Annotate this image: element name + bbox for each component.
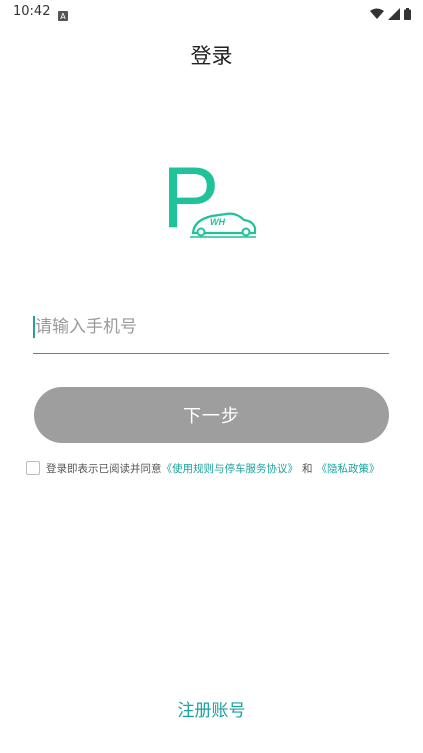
phone-input[interactable] <box>33 309 391 345</box>
terms-link[interactable]: 《使用规则与停车服务协议》 <box>162 461 299 476</box>
status-bar: 10:42 A <box>0 0 423 24</box>
status-icons <box>370 5 411 24</box>
agreement-checkbox[interactable] <box>26 461 40 475</box>
signal-icon <box>388 5 400 24</box>
notification-a-icon: A <box>58 6 68 21</box>
agreement-prefix: 登录即表示已阅读并同意 <box>46 462 162 475</box>
gesture-nav-bar[interactable] <box>0 744 423 753</box>
wifi-icon <box>370 5 384 24</box>
phone-field[interactable] <box>33 309 391 354</box>
svg-text:A: A <box>60 12 66 21</box>
next-button[interactable]: 下一步 <box>34 387 389 443</box>
agreement-row: 登录即表示已阅读并同意 《使用规则与停车服务协议》 和 《隐私政策》 <box>26 459 416 477</box>
parking-logo: P WH <box>160 148 260 246</box>
logo-car-text: WH <box>210 217 225 227</box>
privacy-link[interactable]: 《隐私政策》 <box>317 461 380 476</box>
register-account-link[interactable]: 注册账号 <box>0 696 423 721</box>
battery-icon <box>404 5 411 24</box>
status-time: 10:42 <box>13 4 51 19</box>
agreement-conjunction: 和 <box>302 462 313 475</box>
page-title: 登录 <box>190 44 233 68</box>
